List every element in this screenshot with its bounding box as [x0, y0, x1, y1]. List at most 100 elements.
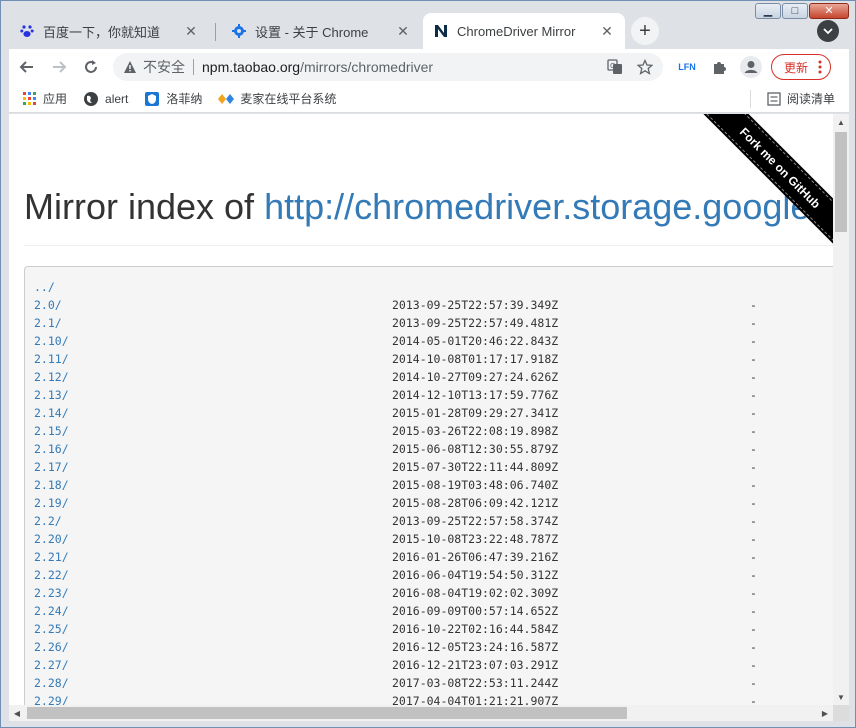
dir-link[interactable]: 2.2/ — [34, 512, 392, 530]
omnibox-divider — [193, 59, 194, 75]
dir-link[interactable]: 2.24/ — [34, 602, 392, 620]
tab-search-button[interactable] — [817, 20, 839, 42]
warning-triangle-icon[interactable] — [123, 60, 137, 74]
new-tab-button[interactable]: + — [631, 17, 659, 45]
scroll-up-icon[interactable]: ▲ — [833, 114, 849, 130]
dir-link[interactable]: 2.14/ — [34, 404, 392, 422]
vertical-scrollbar[interactable]: ▲ ▼ — [833, 114, 849, 705]
scroll-down-icon[interactable]: ▼ — [833, 689, 849, 705]
file-size: - — [750, 460, 757, 474]
tab-title: ChromeDriver Mirror — [457, 23, 576, 39]
reading-list-button[interactable]: 阅读清单 — [749, 89, 835, 108]
close-tab-icon[interactable]: ✕ — [599, 23, 615, 39]
bookmark-label: 应用 — [43, 92, 68, 106]
parent-dir-link[interactable]: ../ — [34, 278, 392, 296]
scroll-left-icon[interactable]: ◀ — [9, 705, 25, 721]
profile-button[interactable] — [739, 55, 763, 79]
close-tab-icon[interactable]: ✕ — [183, 23, 199, 39]
bookmark-alert[interactable]: alert — [83, 91, 128, 107]
bookmark-label: alert — [105, 91, 129, 106]
update-button[interactable]: 更新 — [771, 54, 832, 80]
fork-me-ribbon[interactable]: Fork me on GitHub — [695, 114, 833, 253]
bookmarks-separator — [749, 89, 751, 108]
bookmark-maijia[interactable]: 麦家在线平台系统 — [218, 90, 336, 107]
dir-link[interactable]: 2.11/ — [34, 350, 392, 368]
file-size: - — [750, 568, 757, 582]
close-tab-icon[interactable]: ✕ — [395, 23, 411, 39]
modified-date: 2015-08-19T03:48:06.740Z — [392, 478, 559, 492]
file-size: - — [750, 550, 757, 564]
dir-link[interactable]: 2.29/ — [34, 692, 392, 705]
file-size: - — [750, 352, 757, 366]
file-size: - — [750, 334, 757, 348]
modified-date: 2013-09-25T22:57:39.349Z — [392, 298, 559, 312]
page-viewport: Mirror index of http://chromedriver.stor… — [9, 114, 849, 721]
dir-link[interactable]: 2.26/ — [34, 638, 392, 656]
scrollbar-corner — [833, 705, 849, 721]
insecure-label[interactable]: 不安全 — [143, 57, 185, 77]
scroll-right-icon[interactable]: ▶ — [817, 705, 833, 721]
modified-date: 2014-05-01T20:46:22.843Z — [392, 334, 559, 348]
dir-link[interactable]: 2.12/ — [34, 368, 392, 386]
settings-gear-icon — [231, 23, 247, 39]
reading-list-label: 阅读清单 — [786, 92, 835, 106]
modified-date: 2017-03-08T22:53:11.244Z — [392, 676, 559, 690]
page-content: Mirror index of http://chromedriver.stor… — [9, 114, 833, 705]
listing-row: 2.29/2017-04-04T01:21:21.907Z - — [34, 692, 833, 705]
modified-date: 2013-09-25T22:57:49.481Z — [392, 316, 559, 330]
dir-link[interactable]: 2.27/ — [34, 656, 392, 674]
horizontal-scroll-thumb[interactable] — [27, 707, 627, 719]
vertical-scroll-thumb[interactable] — [835, 132, 847, 232]
dir-link[interactable]: 2.25/ — [34, 620, 392, 638]
file-size: - — [750, 586, 757, 600]
listing-row: 2.18/2015-08-19T03:48:06.740Z - — [34, 476, 833, 494]
lfn-extension-button[interactable]: LFN — [675, 55, 699, 79]
modified-date: 2015-07-30T22:11:44.809Z — [392, 460, 559, 474]
reload-icon — [85, 60, 97, 73]
dir-link[interactable]: 2.0/ — [34, 296, 392, 314]
modified-date: 2017-04-04T01:21:21.907Z — [392, 694, 559, 705]
tab-settings[interactable]: 设置 - 关于 Chrome ✕ — [221, 13, 421, 49]
dir-link[interactable]: 2.21/ — [34, 548, 392, 566]
address-bar[interactable]: 不安全 npm.taobao.org/mirrors/chromedriver … — [113, 53, 663, 81]
dir-link[interactable]: 2.22/ — [34, 566, 392, 584]
dir-link[interactable]: 2.19/ — [34, 494, 392, 512]
listing-row: 2.27/2016-12-21T23:07:03.291Z - — [34, 656, 833, 674]
dir-link[interactable]: 2.17/ — [34, 458, 392, 476]
horizontal-scrollbar[interactable]: ◀ ▶ — [9, 705, 849, 721]
dir-link[interactable]: 2.18/ — [34, 476, 392, 494]
listing-row: 2.26/2016-12-05T23:24:16.587Z - — [34, 638, 833, 656]
listing-row: 2.25/2016-10-22T02:16:44.584Z - — [34, 620, 833, 638]
dir-link[interactable]: 2.15/ — [34, 422, 392, 440]
bookmark-star-icon[interactable] — [637, 59, 653, 75]
tab-baidu[interactable]: 百度一下，你就知道 ✕ — [9, 13, 209, 49]
tab-strip: 百度一下，你就知道 ✕ 设置 - 关于 Chrome ✕ ChromeDrive… — [9, 13, 849, 49]
extensions-button[interactable] — [707, 55, 731, 79]
github-ribbon[interactable]: Fork me on GitHub — [683, 114, 833, 264]
url-host: npm.taobao.org — [202, 59, 301, 75]
update-label: 更新 — [784, 60, 809, 75]
dir-link[interactable]: 2.28/ — [34, 674, 392, 692]
modified-date: 2015-01-28T09:29:27.341Z — [392, 406, 559, 420]
translate-icon[interactable]: G — [607, 59, 623, 75]
tab-chromedriver[interactable]: ChromeDriver Mirror ✕ — [423, 13, 625, 49]
dir-link[interactable]: 2.23/ — [34, 584, 392, 602]
dir-link[interactable]: 2.20/ — [34, 530, 392, 548]
listing-row: 2.13/2014-12-10T13:17:59.776Z - — [34, 386, 833, 404]
file-size: - — [750, 622, 757, 636]
dir-link[interactable]: 2.10/ — [34, 332, 392, 350]
file-size: - — [750, 316, 757, 330]
listing-row: 2.21/2016-01-26T06:47:39.216Z - — [34, 548, 833, 566]
back-button[interactable] — [13, 53, 41, 81]
file-size: - — [750, 388, 757, 402]
dir-link[interactable]: 2.1/ — [34, 314, 392, 332]
bookmark-apps[interactable]: 应用 — [23, 90, 67, 107]
tab-title: 设置 - 关于 Chrome — [255, 24, 369, 40]
dir-link[interactable]: 2.16/ — [34, 440, 392, 458]
reload-button[interactable] — [77, 53, 105, 81]
bookmark-luofeina[interactable]: 洛菲纳 — [144, 90, 202, 107]
dir-link[interactable]: 2.13/ — [34, 386, 392, 404]
listing-row: 2.17/2015-07-30T22:11:44.809Z - — [34, 458, 833, 476]
forward-button[interactable] — [45, 53, 73, 81]
file-size: - — [750, 694, 757, 705]
